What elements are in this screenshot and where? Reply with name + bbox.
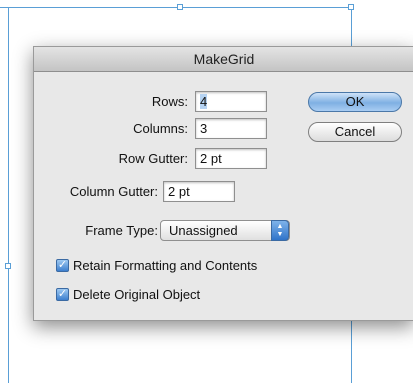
delete-original-label[interactable]: Delete Original Object — [73, 287, 200, 302]
rows-label: Rows: — [151, 94, 188, 109]
frame-handle-middle-left[interactable] — [5, 263, 11, 269]
columns-input[interactable]: 3 — [195, 118, 267, 139]
row-gutter-label: Row Gutter: — [118, 151, 188, 166]
checkmark-icon: ✓ — [57, 288, 68, 300]
retain-formatting-checkbox[interactable]: ✓ — [56, 259, 69, 272]
columns-label: Columns: — [133, 121, 188, 136]
column-gutter-input[interactable]: 2 pt — [163, 181, 235, 202]
rows-input[interactable]: 4 — [195, 91, 267, 112]
dialog-title: MakeGrid — [34, 47, 413, 72]
delete-original-checkbox[interactable]: ✓ — [56, 288, 69, 301]
retain-formatting-label[interactable]: Retain Formatting and Contents — [73, 258, 257, 273]
frame-handle-top-center[interactable] — [177, 4, 183, 10]
cancel-button[interactable]: Cancel — [308, 122, 402, 142]
updown-arrows-icon: ▲ ▼ — [271, 220, 289, 241]
frame-type-value: Unassigned — [169, 223, 238, 238]
rows-value: 4 — [200, 94, 208, 109]
checkmark-icon: ✓ — [57, 259, 68, 271]
row-gutter-input[interactable]: 2 pt — [195, 148, 267, 169]
makegrid-dialog: MakeGrid Rows: 4 Columns: 3 Row Gutter: … — [33, 46, 413, 321]
frame-left-edge — [8, 7, 9, 383]
frame-type-label: Frame Type: — [85, 223, 158, 238]
frame-handle-top-right[interactable] — [348, 4, 354, 10]
frame-top-edge — [0, 7, 352, 8]
frame-type-select[interactable]: Unassigned ▲ ▼ — [160, 220, 290, 241]
ok-button[interactable]: OK — [308, 92, 402, 112]
column-gutter-label: Column Gutter: — [69, 184, 158, 199]
